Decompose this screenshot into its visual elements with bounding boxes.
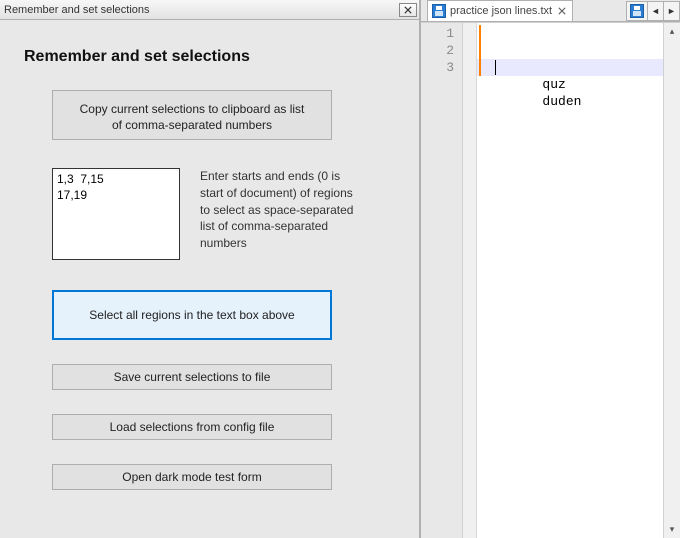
code-text: duden bbox=[542, 94, 581, 109]
tab-close-button[interactable] bbox=[556, 5, 568, 17]
window-close-button[interactable] bbox=[399, 3, 417, 17]
tab-scroll-left-button[interactable]: ◄ bbox=[648, 1, 664, 21]
line-number: 3 bbox=[421, 59, 462, 76]
new-file-button[interactable] bbox=[626, 1, 648, 21]
selection-marker bbox=[479, 59, 481, 76]
save-selections-button[interactable]: Save current selections to file bbox=[52, 364, 332, 390]
panel-body: Remember and set selections Copy current… bbox=[0, 20, 419, 538]
code-text: quz bbox=[542, 77, 565, 92]
line-number: 2 bbox=[421, 42, 462, 59]
close-icon bbox=[558, 7, 566, 15]
close-icon bbox=[404, 6, 412, 14]
tabbar: practice json lines.txt ◄ ► bbox=[421, 0, 680, 22]
panel-heading: Remember and set selections bbox=[24, 48, 401, 66]
disk-icon bbox=[432, 4, 446, 18]
editor-tab[interactable]: practice json lines.txt bbox=[427, 0, 573, 21]
tab-scroll-right-button[interactable]: ► bbox=[664, 1, 680, 21]
code-line[interactable]: duden bbox=[477, 59, 663, 76]
line-number: 1 bbox=[421, 25, 462, 42]
marker-margin bbox=[463, 23, 477, 538]
code-line[interactable]: foobarbaz bbox=[477, 25, 663, 42]
vertical-scrollbar[interactable]: ▴ ▾ bbox=[663, 23, 680, 538]
tabbar-controls: ◄ ► bbox=[626, 0, 680, 21]
scroll-down-button[interactable]: ▾ bbox=[664, 521, 680, 538]
load-selections-button[interactable]: Load selections from config file bbox=[52, 414, 332, 440]
window-title: Remember and set selections bbox=[4, 4, 399, 16]
regions-input[interactable] bbox=[52, 168, 180, 260]
select-regions-button[interactable]: Select all regions in the text box above bbox=[52, 290, 332, 340]
text-caret bbox=[495, 60, 496, 75]
selection-marker bbox=[479, 42, 481, 59]
editor-panel: practice json lines.txt ◄ ► 1 2 3 bbox=[420, 0, 680, 538]
open-darkmode-button[interactable]: Open dark mode test form bbox=[52, 464, 332, 490]
tab-label: practice json lines.txt bbox=[450, 5, 552, 17]
copy-selections-button[interactable]: Copy current selections to clipboard as … bbox=[52, 90, 332, 140]
code-line[interactable]: quz bbox=[477, 42, 663, 59]
editor-area[interactable]: 1 2 3 foobarbaz quz duden ▴ ▾ bbox=[421, 22, 680, 538]
scroll-up-button[interactable]: ▴ bbox=[664, 23, 680, 40]
selection-marker bbox=[479, 25, 481, 42]
line-number-gutter: 1 2 3 bbox=[421, 23, 463, 538]
regions-help-text: Enter starts and ends (0 is start of doc… bbox=[200, 168, 360, 252]
code-area[interactable]: foobarbaz quz duden bbox=[477, 23, 663, 538]
regions-row: Enter starts and ends (0 is start of doc… bbox=[52, 168, 401, 260]
disk-icon bbox=[630, 4, 644, 18]
left-panel: Remember and set selections Remember and… bbox=[0, 0, 420, 538]
titlebar: Remember and set selections bbox=[0, 0, 419, 20]
